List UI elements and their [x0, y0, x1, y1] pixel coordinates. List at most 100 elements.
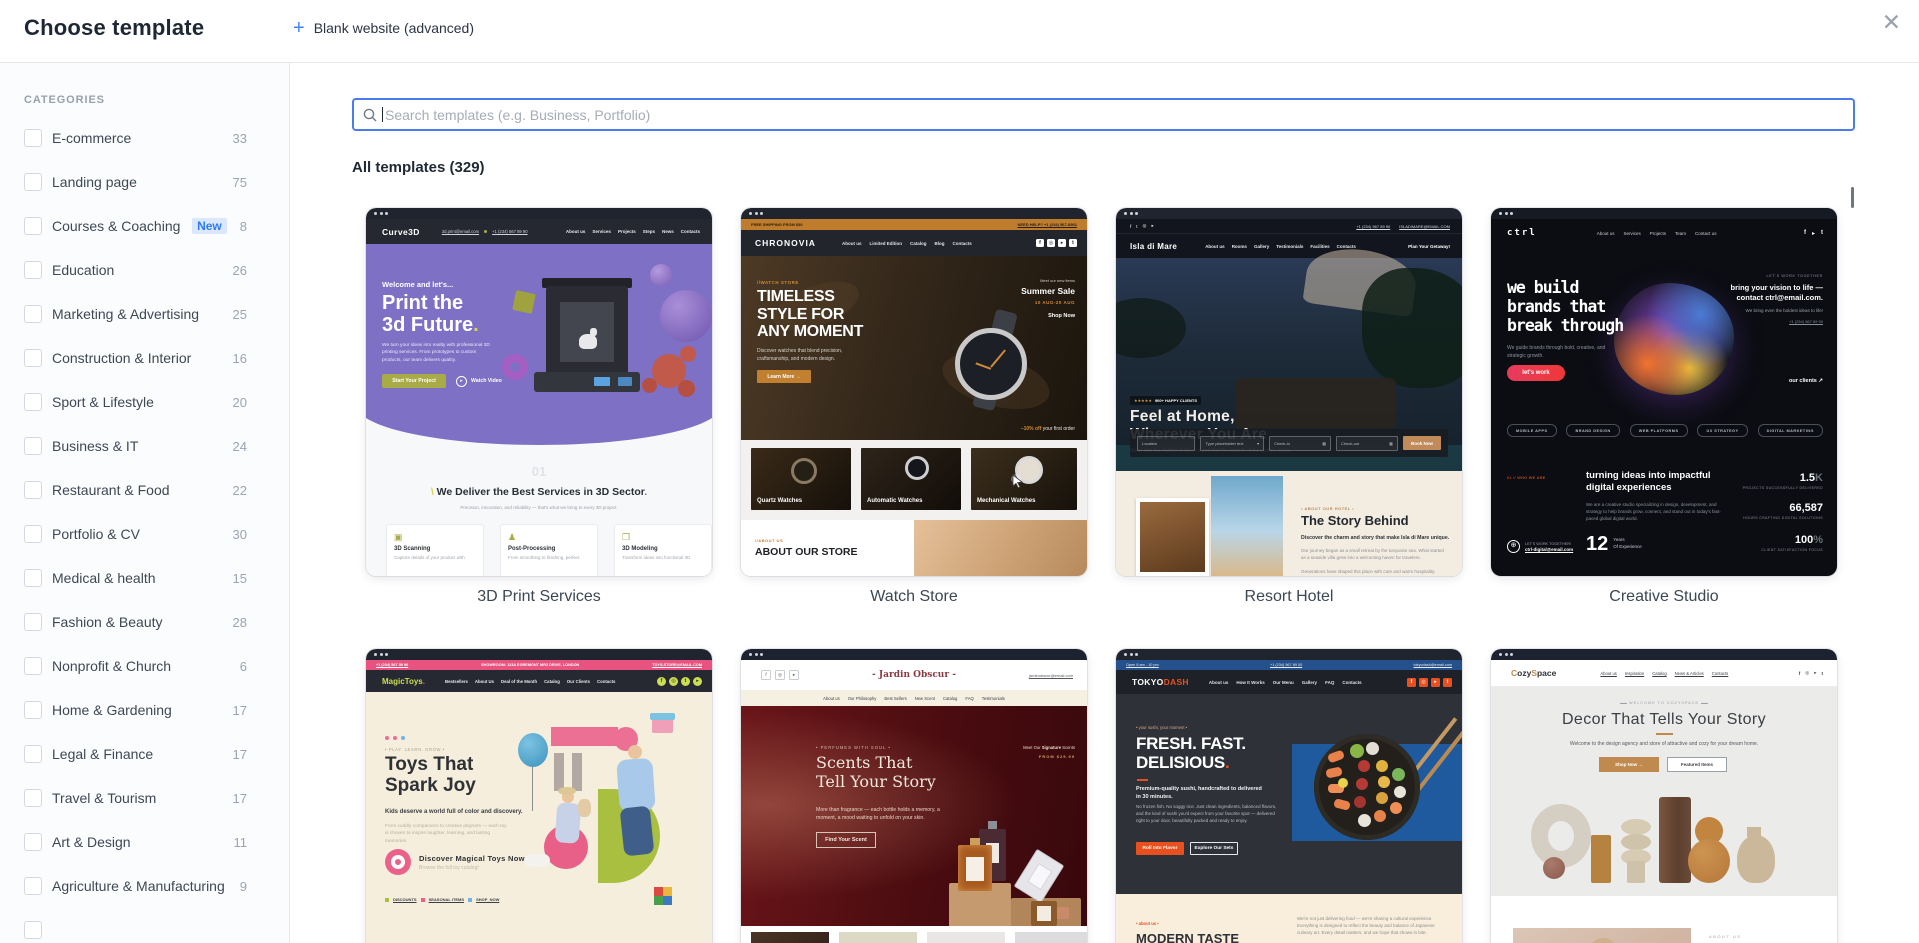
checkbox[interactable]: [24, 569, 42, 587]
sushi-platter: [1314, 734, 1420, 840]
template-preview-tokyodash[interactable]: Open 8 am - 10 pm +1 (234) 567 89 00 tok…: [1116, 649, 1462, 943]
checkbox[interactable]: [24, 437, 42, 455]
template-card-watch-store: FREE SHIPPING FROM $50 NEED HELP? +1 (23…: [741, 208, 1087, 606]
nav-link: Facilities: [1310, 243, 1330, 249]
checkbox[interactable]: [24, 745, 42, 763]
checkbox[interactable]: [24, 217, 42, 235]
sidebar-item-travel[interactable]: Travel & Tourism 17: [0, 776, 289, 820]
sidebar-item-ecommerce[interactable]: E-commerce 33: [0, 116, 289, 160]
sidebar-item-nonprofit[interactable]: Nonprofit & Church 6: [0, 644, 289, 688]
about-section: //ABOUT US ABOUT OUR STORE: [741, 520, 1087, 576]
strip-phone: +1 (234) 567 89 90: [376, 663, 409, 667]
stat-1: 1.5K PROJECTS SUCCESSFULLY DELIVERED: [1742, 472, 1823, 490]
balloon: [518, 733, 548, 767]
sidebar-item-legal-finance[interactable]: Legal & Finance 17: [0, 732, 289, 776]
sushi: [1326, 749, 1346, 764]
template-name[interactable]: 3D Print Services: [366, 588, 712, 606]
template-preview-creative-studio[interactable]: ctrl About us Services Projects Team Contact…: [1491, 208, 1837, 576]
sidebar-item-courses-coaching[interactable]: Courses & Coaching New 8: [0, 204, 289, 248]
sidebar-item-portfolio-cv[interactable]: Portfolio & CV 30: [0, 512, 289, 556]
hero-kicker: • PLAY. LEARN. GROW •: [385, 747, 445, 752]
sidebar-item-fashion[interactable]: Fashion & Beauty 28: [0, 600, 289, 644]
badge-text: 900+ HAPPY CLIENTS: [1154, 398, 1197, 403]
accent-dot: .: [1224, 753, 1230, 772]
checkbox[interactable]: [24, 833, 42, 851]
sidebar-item-partial[interactable]: [0, 908, 289, 943]
template-name[interactable]: Watch Store: [741, 588, 1087, 606]
about-title: MODERN TASTE: [1136, 931, 1240, 943]
blank-website-button[interactable]: + Blank website (advanced): [293, 18, 474, 38]
nav-link: Contacts: [1711, 670, 1729, 676]
checkbox[interactable]: [24, 789, 42, 807]
template-preview-jardin-obscur[interactable]: - Jardin Obscur - jardinobscur@email.com…: [741, 649, 1087, 943]
roll-into-flavor-button: Roll Into Flavor: [1136, 842, 1184, 855]
checkbox[interactable]: [24, 921, 42, 939]
checkbox[interactable]: [24, 877, 42, 895]
template-preview-magictoys[interactable]: +1 (234) 567 89 90 SHOWROOM: 123A EGREMO…: [366, 649, 712, 943]
sushi: [1378, 776, 1390, 788]
nav-link: Testimonials: [981, 695, 1005, 701]
template-nav: About us Our Philosophy Best Sellers New Sc…: [741, 690, 1087, 706]
about-section: ABOUT US: [1491, 896, 1837, 943]
checkbox[interactable]: [24, 393, 42, 411]
sidebar-item-construction[interactable]: Construction & Interior 16: [0, 336, 289, 380]
top-strip: +1 (234) 567 89 90 SHOWROOM: 123A EGREMO…: [366, 660, 712, 670]
checkbox[interactable]: [24, 481, 42, 499]
accent-dot: .: [473, 314, 479, 336]
bottle-label: [966, 857, 984, 881]
nav-link: Our Menu: [1272, 679, 1294, 685]
sidebar-item-marketing[interactable]: Marketing & Advertising 25: [0, 292, 289, 336]
browser-chrome: [366, 208, 712, 219]
template-preview-watch-store[interactable]: FREE SHIPPING FROM $50 NEED HELP? +1 (23…: [741, 208, 1087, 576]
bunny-toy: [578, 799, 591, 817]
template-name[interactable]: Resort Hotel: [1116, 588, 1462, 606]
checkbox[interactable]: [24, 613, 42, 631]
badge-pill: DIGITAL MARKETING: [1757, 424, 1823, 437]
template-preview-cozyspace[interactable]: CozySpace About us Inspiration Catalog News…: [1491, 649, 1837, 943]
template-card-tokyodash: Open 8 am - 10 pm +1 (234) 567 89 00 tok…: [1116, 649, 1462, 943]
nav-phone: +1 (234) 567 89 90: [492, 229, 528, 234]
checkbox[interactable]: [24, 657, 42, 675]
plant-shape: [1583, 938, 1623, 943]
sidebar-item-education[interactable]: Education 26: [0, 248, 289, 292]
sidebar-item-landing-page[interactable]: Landing page 75: [0, 160, 289, 204]
location-field: Location: [1137, 435, 1196, 451]
promo-title: Summer Sale: [1021, 286, 1075, 296]
watch-face: [955, 328, 1027, 400]
checkbox[interactable]: [24, 305, 42, 323]
close-icon[interactable]: ✕: [1882, 11, 1901, 34]
sidebar-item-agriculture[interactable]: Agriculture & Manufacturing 9: [0, 864, 289, 908]
sidebar-item-medical[interactable]: Medical & health 15: [0, 556, 289, 600]
sushi: [1333, 798, 1351, 811]
learn-more-button: Learn More →: [757, 370, 811, 383]
nav-link: Our Clients: [566, 678, 591, 684]
search-input[interactable]: [354, 100, 1853, 129]
sidebar-item-home-gardening[interactable]: Home & Gardening 17: [0, 688, 289, 732]
sidebar-item-business-it[interactable]: Business & IT 24: [0, 424, 289, 468]
years-block: 12 Years Of Experience: [1586, 533, 1642, 555]
play-icon: ▸: [456, 375, 467, 387]
vase-wavy: [1621, 819, 1651, 835]
featured-items-button: Featured Items: [1667, 757, 1727, 772]
logo: Isla di Mare: [1130, 241, 1178, 251]
badge-pill: MOBILE APPS: [1507, 424, 1557, 437]
tile-watch: [905, 456, 929, 480]
sushi: [1356, 778, 1368, 790]
checkbox[interactable]: [24, 261, 42, 279]
about-title: ABOUT OUR STORE: [755, 546, 858, 558]
checkbox[interactable]: [24, 173, 42, 191]
checkout-field: Check-out ▦: [1336, 435, 1398, 451]
sidebar-item-restaurant[interactable]: Restaurant & Food 22: [0, 468, 289, 512]
scrollbar-thumb[interactable]: [1851, 187, 1854, 208]
checkbox[interactable]: [24, 525, 42, 543]
checkbox[interactable]: [24, 349, 42, 367]
checkbox[interactable]: [24, 701, 42, 719]
checkbox[interactable]: [24, 129, 42, 147]
gift-box: [652, 719, 673, 733]
nav-link: FAQ: [965, 695, 974, 701]
template-name[interactable]: Creative Studio: [1491, 588, 1837, 606]
template-preview-resort-hotel[interactable]: +1 (234) 567 89 90 ISLADIMARE@EMAIL.COM …: [1116, 208, 1462, 576]
template-preview-3d-print[interactable]: Curve3D 3d.print@email.com +1 (234) 567 …: [366, 208, 712, 576]
sidebar-item-sport[interactable]: Sport & Lifestyle 20: [0, 380, 289, 424]
sidebar-item-art-design[interactable]: Art & Design 11: [0, 820, 289, 864]
